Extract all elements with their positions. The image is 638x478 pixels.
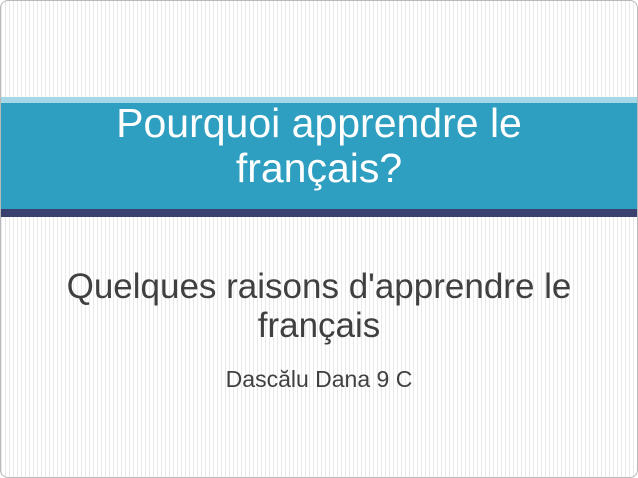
slide-subtitle-line-2: français [257, 306, 381, 345]
slide-title-line-1: Pourquoi apprendre le [116, 100, 522, 146]
slide: Pourquoi apprendre le français? Quelques… [0, 0, 638, 478]
slide-author: Dascălu Dana 9 C [225, 366, 413, 392]
slide-title-line-2: français? [235, 145, 403, 191]
slide-subtitle-line-1: Quelques raisons d'apprendre le [66, 267, 572, 306]
slide-subtitle: Quelques raisons d'apprendre le français [1, 267, 637, 345]
slide-title: Pourquoi apprendre le français? [1, 101, 637, 191]
title-band-bottom-stripe [1, 209, 637, 217]
